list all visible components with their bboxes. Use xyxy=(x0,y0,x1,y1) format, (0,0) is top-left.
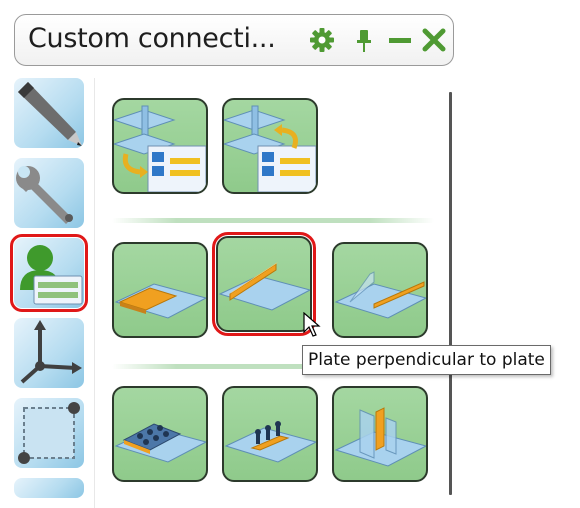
sidebar-wrench-button[interactable] xyxy=(14,158,84,228)
tile-plate-perpendicular[interactable] xyxy=(212,232,316,336)
wrench-icon xyxy=(14,158,84,228)
vertical-plates-icon xyxy=(334,388,426,480)
plate-on-plate-icon xyxy=(114,244,206,336)
explode-beam-connection-reverse-icon xyxy=(224,100,316,192)
pen-icon xyxy=(14,78,84,148)
sidebar-pen-button[interactable] xyxy=(14,78,84,148)
tile-bolted-plates[interactable] xyxy=(112,386,208,482)
tile-plate-on-plate[interactable] xyxy=(112,242,208,338)
explode-beam-connection-icon xyxy=(114,100,206,192)
pin-icon[interactable] xyxy=(349,25,379,55)
tile-bolted-strip[interactable] xyxy=(222,386,318,482)
coordinate-axes-icon xyxy=(14,318,84,388)
sidebar-custom-components-button[interactable] xyxy=(10,234,88,312)
sidebar-more-button[interactable] xyxy=(14,478,84,498)
tile-explode-connection-reverse[interactable] xyxy=(222,98,318,194)
tile-plate-edge[interactable] xyxy=(332,242,428,338)
panel-scrollbar[interactable] xyxy=(449,92,452,495)
tile-row-separator xyxy=(112,218,434,223)
sidebar-coordinate-button[interactable] xyxy=(14,318,84,388)
tile-vertical-plates[interactable] xyxy=(332,386,428,482)
settings-icon[interactable] xyxy=(307,25,337,55)
tooltip: Plate perpendicular to plate xyxy=(302,345,551,375)
panel-title: Custom connecti... xyxy=(28,23,276,54)
tile-explode-connection[interactable] xyxy=(112,98,208,194)
plate-edge-to-plate-icon xyxy=(334,244,426,336)
bolted-plates-icon xyxy=(114,388,206,480)
panel-title-bar: Custom connecti... xyxy=(14,14,454,66)
close-icon[interactable] xyxy=(419,25,449,55)
dashed-plane-icon xyxy=(14,398,84,468)
mouse-cursor-icon xyxy=(303,312,321,338)
plate-perpendicular-to-plate-icon xyxy=(218,238,310,330)
custom-component-user-icon xyxy=(14,238,84,308)
minimize-icon[interactable] xyxy=(385,25,415,55)
bolted-strip-plate-icon xyxy=(224,388,316,480)
sidebar-plane-button[interactable] xyxy=(14,398,84,468)
